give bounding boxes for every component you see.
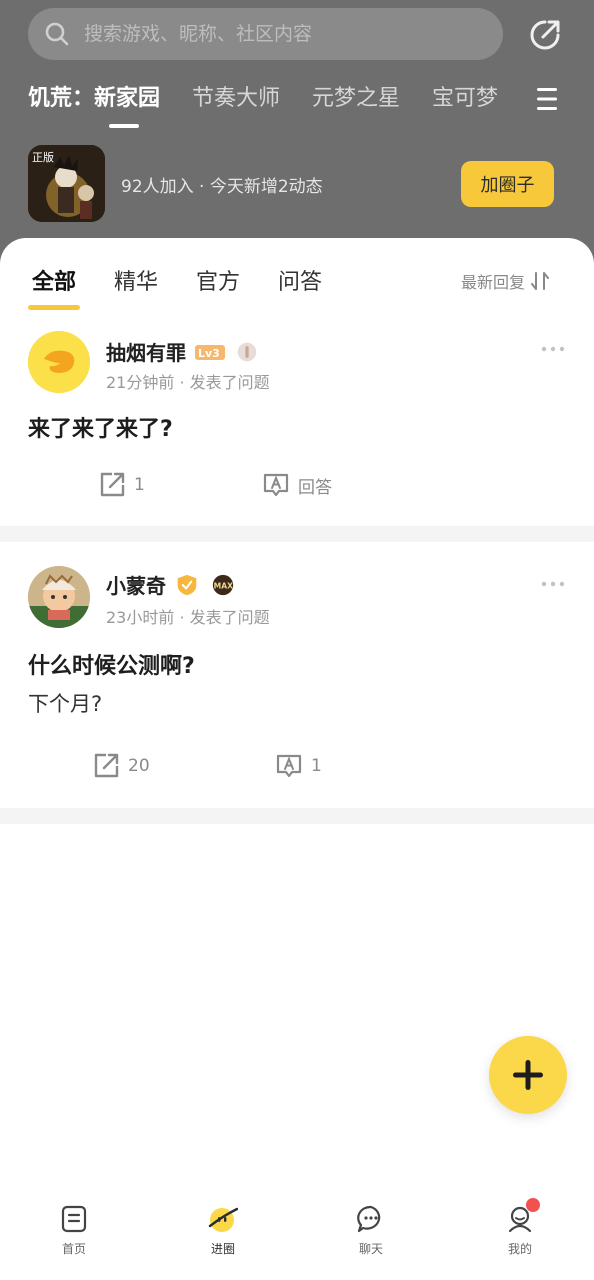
medal-icon: [237, 342, 257, 361]
tabs-fade: [500, 80, 540, 120]
svg-text:正版: 正版: [32, 150, 54, 164]
search-icon: [45, 22, 69, 46]
nav-label: 我的: [507, 1242, 532, 1256]
answer-action[interactable]: 1: [275, 752, 322, 780]
share-action[interactable]: 1: [98, 471, 145, 499]
search-input[interactable]: [84, 23, 464, 45]
circle-smile-icon: [208, 1207, 238, 1232]
answer-label: 回答: [298, 477, 332, 498]
join-circle-button[interactable]: 加圈子: [461, 161, 554, 207]
share-count: 1: [134, 475, 145, 495]
post-divider: [0, 526, 594, 542]
tab-qa[interactable]: 问答: [278, 264, 322, 296]
post-meta: 23小时前 · 发表了问题: [106, 608, 270, 627]
username[interactable]: 抽烟有罪: [106, 337, 186, 366]
share-action[interactable]: 20: [92, 752, 150, 780]
circle-tabs: 饥荒：新家园 节奏大师 元梦之星 宝可梦: [28, 80, 548, 130]
tab-official[interactable]: 官方: [196, 264, 240, 296]
answer-icon: [276, 754, 302, 778]
menu-icon[interactable]: [535, 86, 559, 112]
max-badge-icon: MAX: [212, 574, 234, 595]
username[interactable]: 小蒙奇: [106, 570, 166, 599]
circle-tab-active[interactable]: 饥荒：新家园: [28, 80, 160, 128]
nav-profile[interactable]: 我的: [480, 1204, 560, 1257]
nav-label: 聊天: [358, 1242, 383, 1256]
answer-action[interactable]: 回答: [262, 471, 332, 499]
nav-label: 进圈: [210, 1242, 235, 1256]
post-meta: 21分钟前 · 发表了问题: [106, 373, 270, 392]
post-card[interactable]: 抽烟有罪 Lv3 21分钟前 · 发表了问题 来了来了来了? 1 回答: [0, 315, 594, 525]
tab-featured[interactable]: 精华: [114, 264, 158, 296]
tab-all[interactable]: 全部: [27, 264, 81, 310]
svg-text:MAX: MAX: [214, 581, 233, 590]
more-icon[interactable]: [541, 581, 565, 587]
share-count: 20: [128, 756, 150, 776]
game-art-icon: 正版: [28, 145, 105, 222]
svg-text:Lv3: Lv3: [198, 347, 220, 360]
post-card[interactable]: 小蒙奇 MAX 23小时前 · 发表了问题 什么时候公测啊? 下个月? 20 1: [0, 542, 594, 807]
circle-tab[interactable]: 宝可梦: [432, 80, 498, 118]
level-badge-icon: Lv3: [195, 344, 225, 360]
share-icon: [94, 753, 119, 778]
username-row: 小蒙奇 MAX: [106, 570, 238, 599]
post-body[interactable]: 下个月?: [28, 688, 102, 718]
circle-header: 饥荒：新家园 节奏大师 元梦之星 宝可梦 正版 92人加入 · 今天新增2动态 …: [0, 0, 594, 270]
avatar[interactable]: [28, 566, 90, 628]
shield-badge-icon: [177, 574, 197, 595]
post-title[interactable]: 来了来了来了?: [28, 411, 173, 443]
bottom-nav: 首页 进圈 聊天 我的: [0, 1196, 594, 1280]
yellow-creature-icon: [28, 331, 90, 393]
circle-stats: 92人加入 · 今天新增2动态: [121, 177, 323, 197]
search-bar[interactable]: [28, 8, 503, 60]
nav-home[interactable]: 首页: [34, 1204, 114, 1257]
nav-chat[interactable]: 聊天: [331, 1204, 411, 1257]
answer-count: 1: [311, 756, 322, 776]
share-icon: [100, 472, 125, 497]
game-row: 正版 92人加入 · 今天新增2动态 加圈子: [28, 145, 568, 223]
chat-bubble-icon: [357, 1205, 381, 1233]
circle-tab[interactable]: 节奏大师: [192, 80, 280, 118]
create-post-button[interactable]: [489, 1036, 567, 1114]
nav-circles[interactable]: 进圈: [183, 1204, 263, 1257]
sort-label: 最新回复: [461, 273, 526, 292]
anime-avatar-icon: [28, 566, 90, 628]
post-title[interactable]: 什么时候公测啊?: [28, 648, 195, 680]
post-divider: [0, 808, 594, 824]
plus-icon: [513, 1060, 543, 1090]
feed-tabs: 全部 精华 官方 问答: [27, 264, 360, 310]
game-icon[interactable]: 正版: [28, 145, 105, 222]
sort-button[interactable]: 最新回复: [461, 269, 550, 293]
avatar[interactable]: [28, 331, 90, 393]
username-row: 抽烟有罪 Lv3: [106, 337, 260, 366]
share-icon[interactable]: [528, 18, 562, 52]
nav-label: 首页: [61, 1242, 86, 1256]
sort-icon: [531, 272, 550, 290]
notification-dot: [526, 1198, 540, 1212]
more-icon[interactable]: [541, 346, 565, 352]
answer-icon: [263, 473, 289, 497]
home-doc-icon: [61, 1205, 87, 1233]
circle-tab[interactable]: 元梦之星: [312, 80, 400, 118]
